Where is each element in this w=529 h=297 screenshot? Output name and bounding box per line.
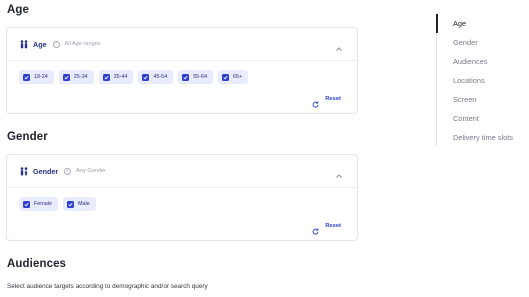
gender-option-label: Female <box>34 201 52 207</box>
age-option-35-44[interactable]: 35-44 <box>98 70 134 84</box>
gender-card: Gender i Any Gender Female Male Reset <box>6 154 358 241</box>
gender-option-female[interactable]: Female <box>19 197 58 211</box>
gender-section-title: Gender <box>7 131 48 143</box>
checkbox-checked-icon[interactable] <box>23 200 30 208</box>
people-icon <box>19 39 29 49</box>
gender-option-male[interactable]: Male <box>62 197 96 211</box>
gender-option-label: Male <box>77 201 90 207</box>
gender-options: Female Male <box>7 188 357 211</box>
info-icon: i <box>64 167 72 175</box>
age-option-25-34[interactable]: 25-34 <box>58 70 94 84</box>
gender-reset-label: Reset <box>325 222 341 229</box>
age-option-label: 25-34 <box>73 74 88 80</box>
nav-item-age[interactable]: Age <box>453 19 466 28</box>
nav-item-audiences[interactable]: Audiences <box>453 57 488 66</box>
checkbox-checked-icon[interactable] <box>62 73 70 81</box>
section-navigation: Age Gender Audiences Locations Screen Co… <box>436 14 529 146</box>
gender-card-label: Gender <box>33 166 59 176</box>
refresh-icon <box>312 95 319 108</box>
nav-item-content[interactable]: Content <box>453 114 479 123</box>
checkbox-checked-icon[interactable] <box>142 73 150 81</box>
nav-item-gender[interactable]: Gender <box>453 38 478 47</box>
audiences-section-title: Audiences <box>7 258 67 270</box>
checkbox-checked-icon[interactable] <box>221 73 229 81</box>
nav-item-screen[interactable]: Screen <box>453 95 476 104</box>
age-reset-button[interactable]: Reset <box>312 95 341 108</box>
gender-card-header[interactable]: Gender i Any Gender <box>7 155 357 188</box>
chevron-up-icon[interactable] <box>335 167 343 178</box>
checkbox-checked-icon[interactable] <box>66 200 74 208</box>
age-option-label: 18-24 <box>34 74 48 80</box>
age-option-label: 65+ <box>232 74 243 80</box>
age-options: 18-24 25-34 35-44 45-54 55-64 65+ <box>7 61 357 84</box>
gender-card-hint: Any Gender <box>76 168 107 174</box>
age-option-label: 55-64 <box>193 74 207 80</box>
checkbox-checked-icon[interactable] <box>23 73 30 81</box>
audiences-description: Select audience targets according to dem… <box>7 283 208 290</box>
gender-reset-button[interactable]: Reset <box>312 222 341 235</box>
nav-item-locations[interactable]: Locations <box>453 76 485 85</box>
chevron-up-icon[interactable] <box>335 40 343 51</box>
refresh-icon <box>312 222 319 235</box>
age-card-hint: All Age ranges <box>64 41 101 47</box>
nav-item-delivery-time-slots[interactable]: Delivery time slots <box>453 133 513 142</box>
info-icon: i <box>52 40 60 48</box>
age-option-label: 35-44 <box>113 74 128 80</box>
age-option-45-54[interactable]: 45-54 <box>138 70 174 84</box>
age-option-label: 45-54 <box>153 74 168 80</box>
age-card-label: Age <box>33 39 47 49</box>
age-section-title: Age <box>7 4 30 16</box>
age-option-18-24[interactable]: 18-24 <box>19 70 54 84</box>
age-reset-label: Reset <box>325 95 341 102</box>
age-card-header[interactable]: Age i All Age ranges <box>7 28 357 61</box>
age-card: Age i All Age ranges 18-24 25-34 35-44 4… <box>6 27 358 114</box>
age-option-65-plus[interactable]: 65+ <box>217 70 249 84</box>
checkbox-checked-icon[interactable] <box>182 73 190 81</box>
active-indicator <box>436 14 438 33</box>
checkbox-checked-icon[interactable] <box>102 73 110 81</box>
age-option-55-64[interactable]: 55-64 <box>178 70 213 84</box>
gender-icon <box>19 166 29 176</box>
